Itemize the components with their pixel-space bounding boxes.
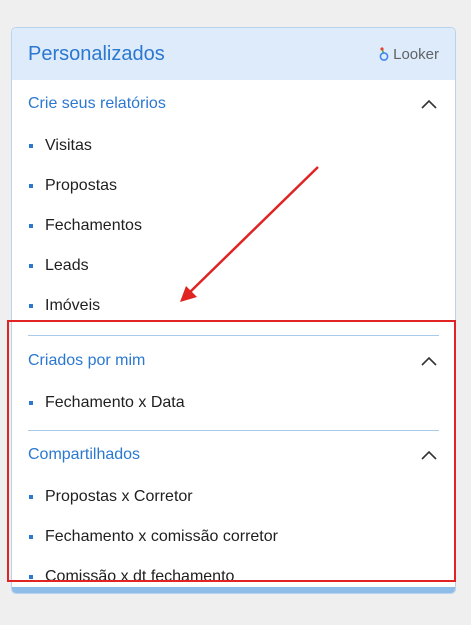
looker-logo-icon: [379, 47, 389, 61]
bullet-icon: [29, 535, 33, 539]
section-header[interactable]: Criados por mim: [28, 339, 439, 383]
bullet-icon: [29, 495, 33, 499]
report-item-visitas[interactable]: Visitas: [28, 126, 439, 166]
report-item-leads[interactable]: Leads: [28, 246, 439, 286]
section-title: Compartilhados: [28, 446, 141, 463]
section-crie-seus-relatorios: Crie seus relatórios Visitas Propostas F…: [12, 80, 455, 326]
looker-brand: Looker: [378, 46, 439, 63]
bullet-icon: [29, 184, 33, 188]
report-item-label: Propostas: [45, 177, 118, 194]
report-item-label: Visitas: [45, 137, 92, 154]
report-item-fechamento-x-comissao-corretor[interactable]: Fechamento x comissão corretor: [28, 517, 439, 557]
report-item-label: Leads: [45, 257, 89, 274]
card-footer-bar: [12, 587, 455, 593]
report-item-label: Fechamento x comissão corretor: [45, 528, 278, 545]
bullet-icon: [29, 304, 33, 308]
report-item-fechamento-x-data[interactable]: Fechamento x Data: [28, 383, 439, 423]
bullet-icon: [29, 575, 33, 579]
report-item-label: Fechamentos: [45, 217, 142, 234]
report-list: Visitas Propostas Fechamentos Leads Imóv…: [28, 126, 439, 326]
custom-reports-card: Personalizados Looker Crie seus relatóri…: [11, 27, 456, 594]
report-item-label: Fechamento x Data: [45, 394, 185, 411]
section-criados-por-mim: Criados por mim Fechamento x Data: [12, 336, 455, 423]
report-item-label: Imóveis: [45, 297, 101, 314]
looker-brand-label: Looker: [393, 45, 439, 63]
bullet-icon: [29, 144, 33, 148]
report-item-propostas[interactable]: Propostas: [28, 166, 439, 206]
section-title: Crie seus relatórios: [28, 95, 166, 112]
report-item-imoveis[interactable]: Imóveis: [28, 286, 439, 326]
report-item-propostas-x-corretor[interactable]: Propostas x Corretor: [28, 477, 439, 517]
chevron-up-icon[interactable]: [421, 356, 437, 366]
card-header: Personalizados Looker: [12, 28, 455, 80]
bullet-icon: [29, 224, 33, 228]
bullet-icon: [29, 401, 33, 405]
report-list: Propostas x Corretor Fechamento x comiss…: [28, 477, 439, 593]
section-header[interactable]: Compartilhados: [28, 433, 439, 477]
section-compartilhados: Compartilhados Propostas x Corretor Fech…: [12, 431, 455, 593]
chevron-up-icon[interactable]: [421, 450, 437, 460]
report-item-label: Propostas x Corretor: [45, 488, 193, 505]
chevron-up-icon[interactable]: [421, 99, 437, 109]
report-item-fechamentos[interactable]: Fechamentos: [28, 206, 439, 246]
report-item-label: Comissão x dt fechamento: [45, 568, 235, 585]
section-title: Criados por mim: [28, 352, 146, 369]
bullet-icon: [29, 264, 33, 268]
report-list: Fechamento x Data: [28, 383, 439, 423]
section-header[interactable]: Crie seus relatórios: [28, 82, 439, 126]
card-title: Personalizados: [28, 42, 165, 65]
